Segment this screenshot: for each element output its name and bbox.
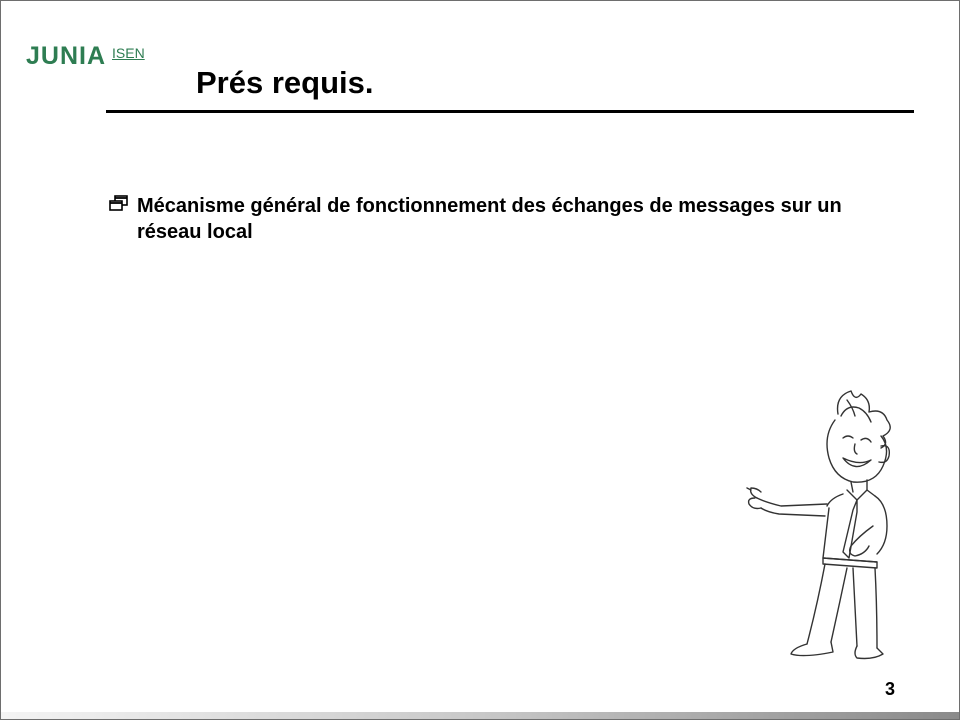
bullet-list: Mécanisme général de fonctionnement des … [109,193,909,245]
presenter-cartoon-illustration [746,390,891,660]
bullet-text: Mécanisme général de fonctionnement des … [137,195,842,243]
slide-title: Prés requis. [196,65,374,100]
bullet-item: Mécanisme général de fonctionnement des … [109,193,909,245]
logo-junia: JUNIA [26,42,107,70]
bottom-gradient-bar [1,712,959,719]
window-restore-icon [109,195,128,211]
page-number: 3 [885,679,896,699]
junia-isen-logo: JUNIA ISEN [26,41,145,73]
slide: JUNIA ISEN Prés requis. Mécanisme généra… [0,0,960,720]
logo-isen: ISEN [112,45,145,61]
title-underline [106,110,914,113]
